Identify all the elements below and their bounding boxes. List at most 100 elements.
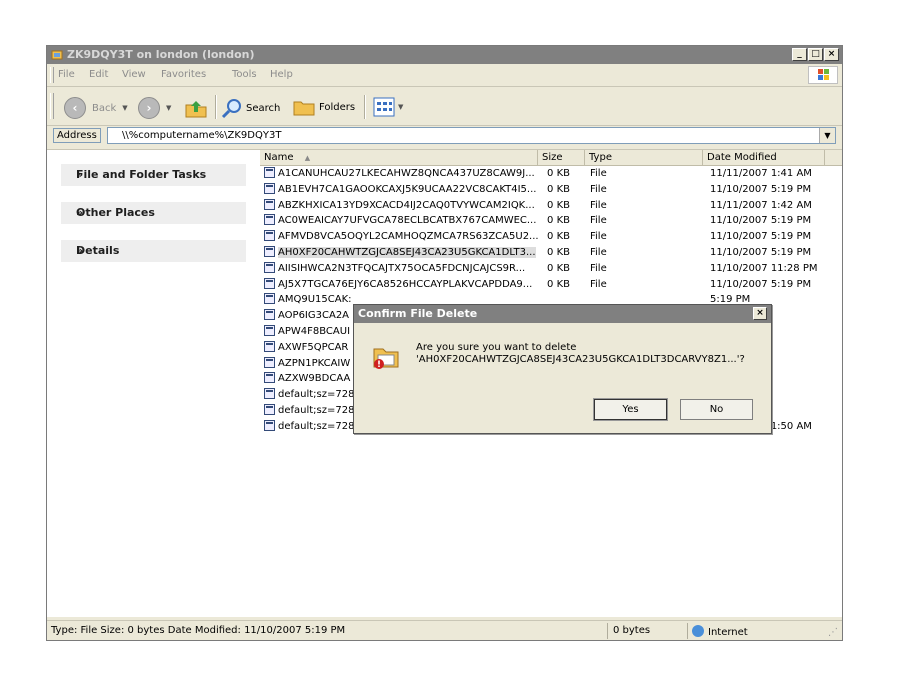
file-size: 0 KB — [547, 168, 570, 179]
file-name: APW4F8BCAUI — [278, 326, 351, 337]
chevron-down-icon: ▼ — [398, 103, 404, 111]
file-row[interactable]: ABZKHXICA13YD9XCACD4IJ2CAQ0TVYWCAM2IQK..… — [260, 198, 842, 214]
internet-globe-icon — [692, 625, 704, 637]
menu-view[interactable]: View — [122, 69, 146, 80]
file-name-cell: AB1EVH7CA1GAOOKCAXJ5K9UCAA22VC8CAKT4I5..… — [264, 182, 540, 198]
file-row[interactable]: AC0WEAICAY7UFVGCA78ECLBCATBX767CAMWEC...… — [260, 213, 842, 229]
file-icon — [264, 198, 275, 210]
menu-edit[interactable]: Edit — [89, 69, 108, 80]
views-button[interactable]: ▼ — [373, 97, 403, 117]
dialog-message-line2: 'AH0XF20CAHWTZGJCA8SEJ43CA23U5GKCA1DLT3D… — [416, 354, 745, 365]
file-row[interactable]: AH0XF20CAHWTZGJCA8SEJ43CA23U5GKCA1DLT3..… — [260, 245, 842, 261]
up-folder-button[interactable] — [184, 97, 208, 119]
file-name: AMQ9U15CAK: — [278, 294, 352, 306]
folders-label: Folders — [319, 101, 356, 113]
status-zone: Internet — [692, 625, 748, 638]
dialog-title-bar[interactable]: Confirm File Delete × — [354, 305, 771, 323]
address-dropdown-button[interactable]: ▼ — [819, 128, 835, 143]
column-header-type[interactable]: Type — [585, 150, 703, 165]
file-size: 0 KB — [547, 247, 570, 258]
file-icon — [264, 340, 275, 352]
file-type: File — [590, 247, 607, 258]
file-name: default;sz=728 — [278, 405, 355, 416]
address-bar: Address \\%computername%\ZK9DQY3T ▼ — [47, 126, 842, 146]
file-icon — [264, 182, 275, 194]
file-type: File — [590, 168, 607, 179]
column-header-size[interactable]: Size — [538, 150, 585, 165]
file-name: AJ5X7TGCA76EJY6CA8526HCCAYPLAKVCAPDDA9..… — [278, 278, 533, 290]
column-header-date[interactable]: Date Modified — [703, 150, 825, 165]
menu-file[interactable]: File — [58, 69, 75, 80]
file-row[interactable]: AJ5X7TGCA76EJY6CA8526HCCAYPLAKVCAPDDA9..… — [260, 277, 842, 293]
file-icon — [264, 246, 275, 257]
file-type: File — [590, 215, 607, 227]
chevron-down-icon: ▼ — [122, 104, 128, 112]
address-label: Address — [53, 128, 101, 143]
file-size: 0 KB — [547, 231, 570, 243]
dialog-close-button[interactable]: × — [753, 307, 767, 320]
file-name: AFMVD8VCA5OQYL2CAMHOQZMCA7RS63ZCA5U2... — [278, 231, 539, 243]
file-type: File — [590, 183, 607, 195]
task-details[interactable]: Details » — [61, 240, 246, 262]
file-date: 11/11/2007 1:41 AM — [710, 168, 812, 179]
menu-help[interactable]: Help — [270, 69, 293, 80]
no-button[interactable]: No — [680, 399, 753, 420]
file-name-cell: AH0XF20CAHWTZGJCA8SEJ43CA23U5GKCA1DLT3..… — [264, 245, 540, 261]
file-name: AOP6IG3CA2A — [278, 310, 350, 322]
maximize-button[interactable]: □ — [808, 48, 823, 61]
address-value: \\%computername%\ZK9DQY3T — [122, 130, 282, 141]
confirm-delete-dialog: Confirm File Delete × Are you sure you w… — [353, 304, 772, 434]
forward-button[interactable]: › ▼ — [138, 97, 171, 119]
forward-arrow-icon: › — [138, 97, 160, 119]
file-date: 11/10/2007 5:19 PM — [710, 183, 812, 195]
toolbar-separator — [215, 95, 217, 119]
close-button[interactable]: × — [824, 48, 839, 61]
file-icon — [264, 293, 275, 305]
yes-button[interactable]: Yes — [593, 398, 668, 421]
file-name-cell: AFMVD8VCA5OQYL2CAMHOQZMCA7RS63ZCA5U2... — [264, 229, 540, 245]
task-file-and-folder[interactable]: File and Folder Tasks » — [61, 164, 246, 186]
folders-icon — [293, 101, 315, 116]
file-size: 0 KB — [547, 199, 570, 211]
file-size: 0 KB — [547, 183, 570, 195]
address-input[interactable]: \\%computername%\ZK9DQY3T ▼ — [107, 127, 836, 144]
toolbar-separator — [364, 95, 366, 119]
chevron-expand-icon[interactable]: » — [76, 240, 238, 262]
status-zone-label: Internet — [708, 627, 748, 638]
task-other-places[interactable]: Other Places » — [61, 202, 246, 224]
minimize-button[interactable]: _ — [792, 48, 807, 61]
search-label: Search — [246, 102, 281, 114]
file-icon — [264, 277, 275, 289]
file-name-cell: ABZKHXICA13YD9XCACD4IJ2CAQ0TVYWCAM2IQK..… — [264, 198, 540, 214]
task-pane: File and Folder Tasks » Other Places » D… — [47, 149, 260, 617]
file-row[interactable]: AIISIHWCA2N3TFQCAJTX75OCA5FDCNJCAJCS9R..… — [260, 261, 842, 277]
back-arrow-icon: ‹ — [64, 97, 86, 119]
file-icon — [264, 356, 275, 368]
file-icon — [264, 214, 275, 226]
file-row[interactable]: A1CANUHCAU27LKECAHWZ8QNCA437UZ8CAW9J... 0… — [260, 166, 842, 182]
menu-tools[interactable]: Tools — [232, 69, 257, 80]
chevron-expand-icon[interactable]: » — [76, 202, 238, 224]
column-header-name[interactable]: Name ▲ — [260, 150, 538, 165]
folders-button[interactable]: Folders — [293, 97, 355, 117]
title-bar[interactable]: ZK9DQY3T on london (london) _ □ × — [47, 46, 842, 64]
menu-favorites[interactable]: Favorites — [161, 69, 206, 80]
file-icon — [264, 388, 275, 400]
file-icon — [264, 372, 275, 384]
file-row[interactable]: AFMVD8VCA5OQYL2CAMHOQZMCA7RS63ZCA5U2... 0… — [260, 229, 842, 245]
file-date: 11/10/2007 5:19 PM — [710, 215, 812, 227]
file-row[interactable]: AB1EVH7CA1GAOOKCAXJ5K9UCAA22VC8CAKT4I5..… — [260, 182, 842, 198]
back-button[interactable]: ‹ Back ▼ — [64, 97, 128, 119]
file-name: AZXW9BDCAA — [278, 373, 351, 385]
recycle-warning-icon — [373, 348, 399, 369]
file-type: File — [590, 262, 607, 274]
search-button[interactable]: Search — [221, 97, 280, 119]
file-icon — [264, 261, 275, 273]
chevron-expand-icon[interactable]: » — [76, 164, 238, 186]
chevron-down-icon: ▼ — [166, 104, 172, 112]
up-folder-icon — [185, 101, 207, 118]
resize-grip-icon[interactable]: ⋰ — [828, 627, 838, 638]
file-size: 0 KB — [547, 215, 570, 227]
column-name-label: Name — [264, 152, 294, 163]
file-date: 11/10/2007 5:19 PM — [710, 278, 812, 290]
